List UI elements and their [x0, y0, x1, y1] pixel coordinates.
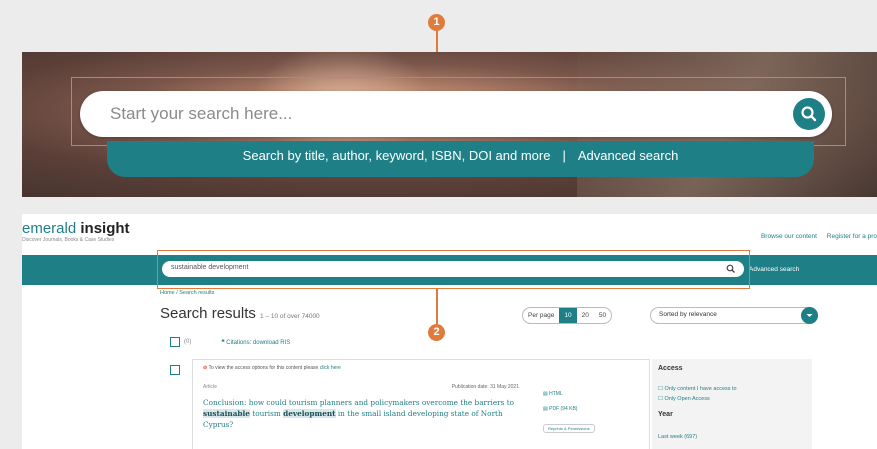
browse-link[interactable]: Browse our content	[761, 233, 817, 240]
callout-1: 1	[428, 14, 445, 31]
access-heading: Access	[658, 365, 683, 372]
per-page-50[interactable]: 50	[594, 312, 611, 319]
search-icon	[801, 106, 817, 122]
result-card: ⊘ To view the access options for this co…	[192, 359, 650, 449]
advanced-search-link[interactable]: Advanced search	[578, 148, 678, 163]
filter-sidebar: Access ☐ Only content I have access to ☐…	[652, 359, 812, 449]
filter-year-last-week[interactable]: Last week (697)	[658, 434, 697, 440]
quote-icon: ❝	[221, 339, 225, 346]
per-page-20[interactable]: 20	[577, 312, 594, 319]
article-title-link[interactable]: Conclusion: how could tourism planners a…	[203, 397, 528, 430]
chevron-down-icon[interactable]	[801, 307, 818, 324]
search-help-strip: Search by title, author, keyword, ISBN, …	[107, 141, 814, 177]
per-page-selector: Per page 10 20 50	[522, 307, 613, 324]
tagline: Discover Journals, Books & Case Studies	[22, 237, 115, 243]
click-here-link[interactable]: click here	[320, 365, 341, 371]
highlight-box-2	[157, 250, 750, 289]
top-links: Browse our content Register for a pro	[753, 233, 877, 240]
callout-2: 2	[428, 324, 445, 341]
article-meta: Article Publication date: 31 May 2021	[203, 384, 519, 390]
sort-value: Sorted by relevance	[659, 311, 717, 318]
breadcrumb[interactable]: Home / Search results	[160, 290, 214, 296]
pdf-link[interactable]: ▤ PDF (94 KB)	[543, 406, 577, 412]
search-button[interactable]	[793, 98, 825, 130]
result-checkbox[interactable]	[170, 365, 180, 375]
per-page-label: Per page	[528, 312, 555, 319]
page-title: Search results 1 – 10 of over 74000	[160, 305, 320, 322]
advanced-search-link[interactable]: Advanced search	[749, 266, 799, 273]
filter-access-only[interactable]: ☐ Only content I have access to	[658, 386, 737, 392]
no-access-icon: ⊘	[203, 365, 208, 371]
reprints-button[interactable]: Reprints & Permissions	[543, 424, 595, 433]
select-count: (0)	[184, 339, 192, 345]
hero-search-input[interactable]: Start your search here...	[80, 91, 832, 137]
filter-open-access[interactable]: ☐ Only Open Access	[658, 396, 710, 402]
sort-select[interactable]: Sorted by relevance	[650, 307, 818, 324]
search-help-text: Search by title, author, keyword, ISBN, …	[242, 148, 551, 163]
access-notice: ⊘ To view the access options for this co…	[203, 365, 341, 371]
search-placeholder: Start your search here...	[110, 104, 293, 123]
file-icon: ▤	[543, 406, 548, 412]
publication-date: Publication date: 31 May 2021	[451, 384, 519, 390]
callout-2-line	[436, 289, 438, 324]
per-page-10[interactable]: 10	[559, 308, 577, 323]
logo[interactable]: emerald insight	[22, 220, 130, 237]
select-all-checkbox[interactable]	[170, 337, 180, 347]
results-count: 1 – 10 of over 74000	[260, 313, 320, 320]
citations-download-link[interactable]: ❝ Citations: download RIS	[221, 339, 290, 346]
year-heading: Year	[658, 411, 673, 418]
register-link[interactable]: Register for a pro	[827, 233, 877, 240]
article-type: Article	[203, 384, 217, 390]
select-all-row: (0) ❝ Citations: download RIS	[170, 337, 290, 347]
file-icon: ▤	[543, 391, 548, 397]
html-link[interactable]: ▤ HTML	[543, 391, 563, 397]
